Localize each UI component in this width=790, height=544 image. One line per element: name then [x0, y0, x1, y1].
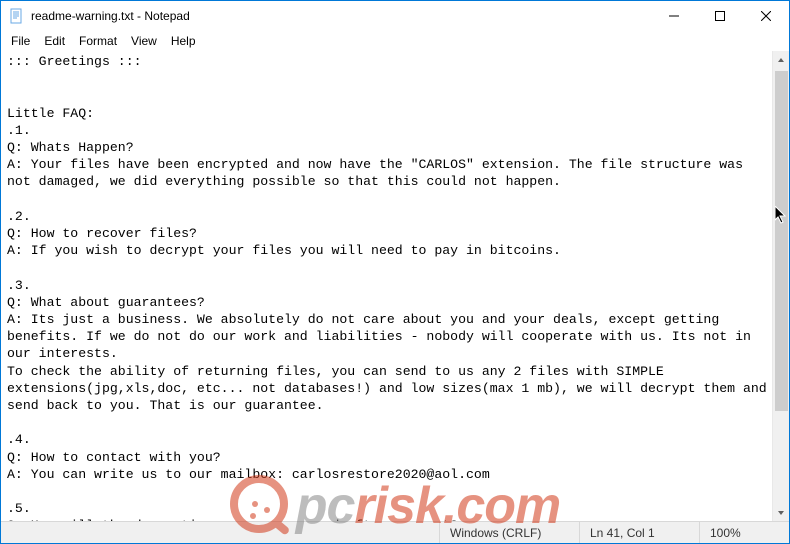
- document-text[interactable]: ::: Greetings ::: Little FAQ: .1. Q: Wha…: [1, 51, 772, 521]
- status-cursor-position: Ln 41, Col 1: [579, 522, 699, 543]
- maximize-button[interactable]: [697, 1, 743, 31]
- status-line-ending: Windows (CRLF): [439, 522, 579, 543]
- app-icon: [9, 8, 25, 24]
- content-area: ::: Greetings ::: Little FAQ: .1. Q: Wha…: [1, 51, 789, 521]
- menubar: File Edit Format View Help: [1, 31, 789, 51]
- menu-edit[interactable]: Edit: [38, 33, 71, 49]
- titlebar: readme-warning.txt - Notepad: [1, 1, 789, 31]
- scroll-thumb[interactable]: [775, 71, 788, 411]
- menu-view[interactable]: View: [125, 33, 163, 49]
- window-controls: [651, 1, 789, 31]
- window-title: readme-warning.txt - Notepad: [31, 9, 190, 23]
- minimize-button[interactable]: [651, 1, 697, 31]
- scroll-up-arrow[interactable]: [773, 51, 789, 68]
- menu-file[interactable]: File: [5, 33, 36, 49]
- vertical-scrollbar[interactable]: [772, 51, 789, 521]
- statusbar: Windows (CRLF) Ln 41, Col 1 100%: [1, 521, 789, 543]
- scroll-down-arrow[interactable]: [773, 504, 789, 521]
- titlebar-left: readme-warning.txt - Notepad: [9, 8, 190, 24]
- menu-format[interactable]: Format: [73, 33, 123, 49]
- close-button[interactable]: [743, 1, 789, 31]
- menu-help[interactable]: Help: [165, 33, 202, 49]
- status-zoom: 100%: [699, 522, 789, 543]
